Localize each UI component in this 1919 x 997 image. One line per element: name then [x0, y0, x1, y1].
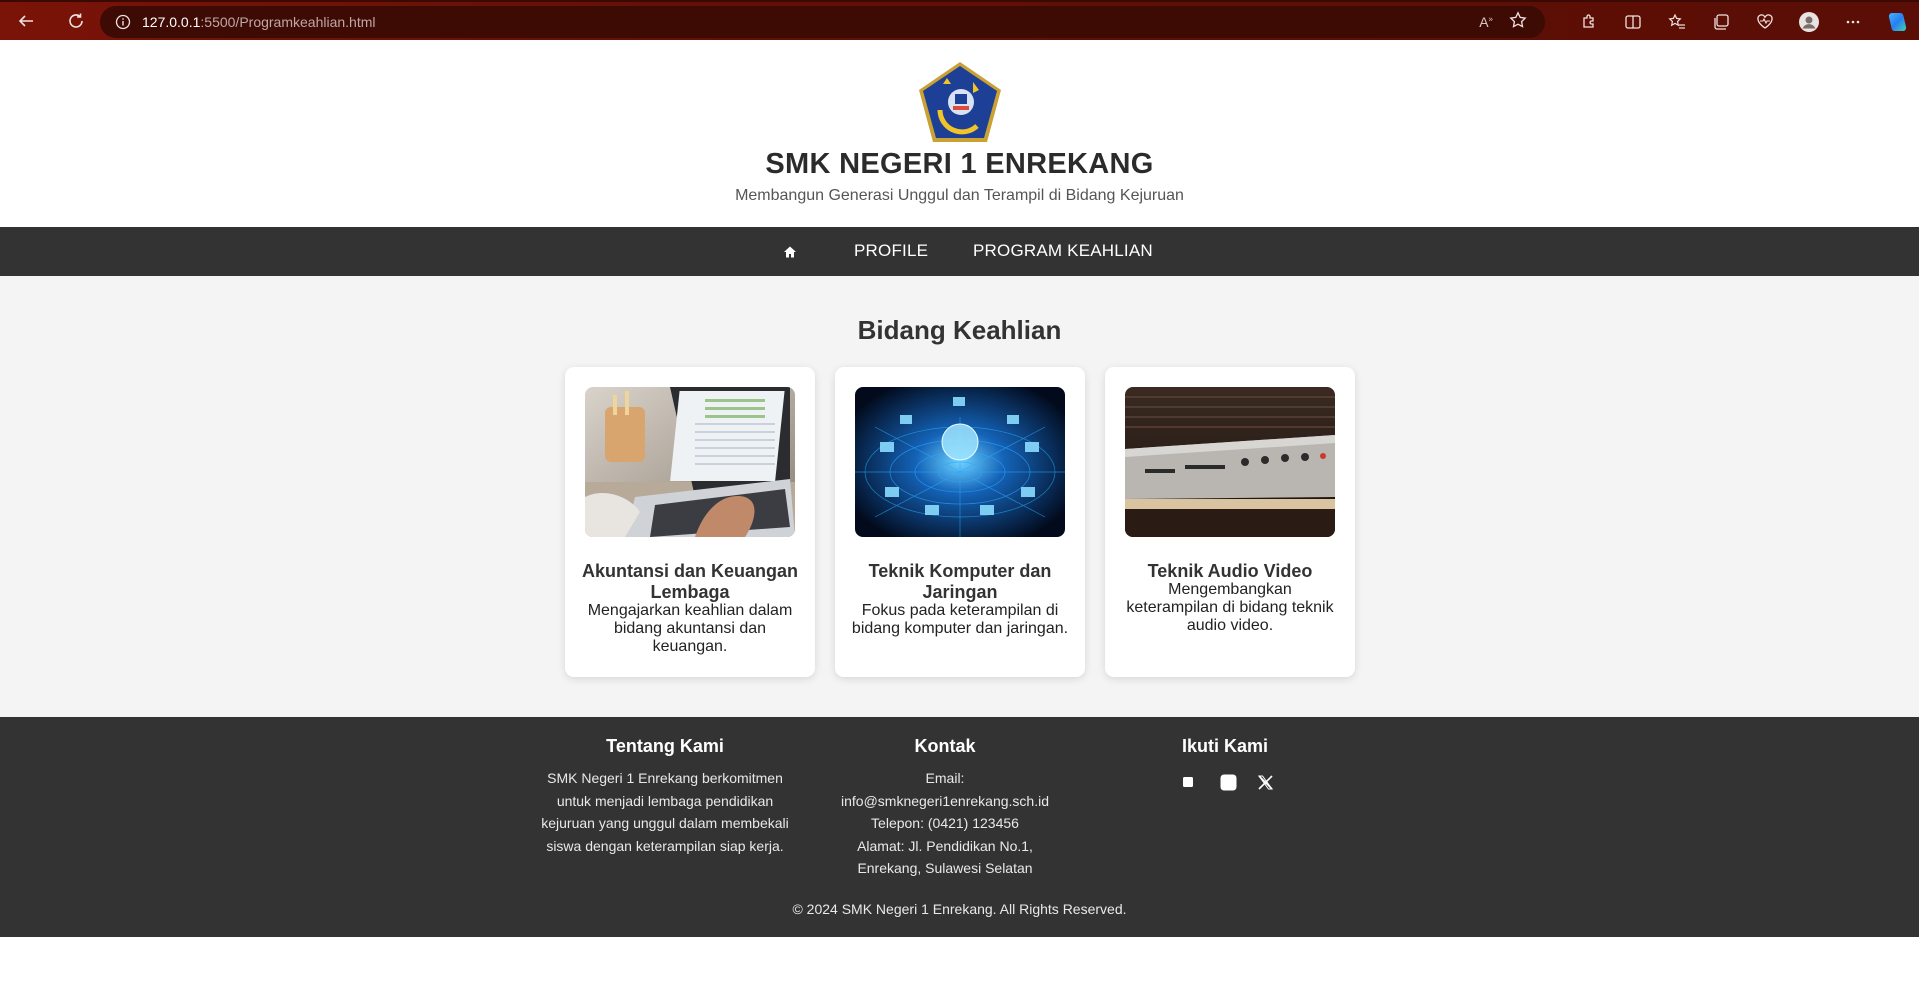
social-links — [1181, 773, 1273, 791]
url-text[interactable]: 127.0.0.1:5500/Programkeahlian.html — [142, 14, 376, 30]
footer-follow-heading: Ikuti Kami — [1181, 736, 1269, 756]
reload-button[interactable] — [58, 3, 94, 39]
footer-about-heading: Tentang Kami — [606, 736, 724, 756]
split-screen-icon — [1625, 15, 1641, 29]
program-card-description: Mengembangkan keterampilan di bidang tek… — [1126, 581, 1334, 634]
school-logo — [919, 62, 1001, 142]
favorites-button[interactable] — [1659, 4, 1695, 40]
ellipsis-icon — [1846, 20, 1860, 24]
favorites-list-icon — [1668, 13, 1685, 29]
footer-contact: Kontak Email: info@smknegeri1enrekang.sc… — [815, 736, 1075, 880]
copyright-text: © 2024 SMK Negeri 1 Enrekang. All Rights… — [792, 901, 1127, 917]
profile-button[interactable] — [1791, 4, 1827, 40]
accounting-laptop-image — [585, 387, 795, 537]
x-twitter-icon[interactable] — [1257, 774, 1273, 790]
footer-follow: Ikuti Kami — [1165, 736, 1285, 767]
nav-home-link[interactable] — [779, 241, 801, 263]
back-button[interactable] — [8, 3, 44, 39]
avatar-icon — [1799, 12, 1819, 32]
nav-link-profile[interactable]: PROFILE — [854, 241, 928, 261]
site-title: SMK NEGERI 1 ENREKANG — [765, 148, 1154, 180]
footer-email-label: Email: — [925, 770, 965, 786]
heart-pulse-icon — [1757, 14, 1773, 29]
collections-button[interactable] — [1703, 4, 1739, 40]
more-menu-button[interactable] — [1835, 4, 1871, 40]
browser-toolbar: 127.0.0.1:5500/Programkeahlian.html A» — [0, 0, 1919, 40]
section-title: Bidang Keahlian — [857, 315, 1062, 345]
browser-essentials-button[interactable] — [1747, 4, 1783, 40]
main-nav: PROFILE PROGRAM KEAHLIAN — [0, 227, 1919, 276]
home-icon — [784, 246, 796, 258]
extensions-button[interactable] — [1571, 4, 1607, 40]
program-card-akuntansi[interactable]: Akuntansi dan Keuangan Lembaga Mengajark… — [565, 367, 815, 677]
puzzle-icon — [1583, 14, 1594, 28]
page-bottom-whitespace — [0, 937, 1919, 997]
site-tagline: Membangun Generasi Unggul dan Terampil d… — [735, 187, 1184, 204]
program-card-description: Mengajarkan keahlian dalam bidang akunta… — [587, 602, 793, 655]
site-header: SMK NEGERI 1 ENREKANG Membangun Generasi… — [0, 40, 1919, 227]
address-bar[interactable]: 127.0.0.1:5500/Programkeahlian.html A» — [100, 6, 1545, 38]
copilot-button[interactable] — [1879, 4, 1915, 40]
program-card-description: Fokus pada keterampilan di bidang komput… — [851, 602, 1069, 637]
program-card-title: Teknik Komputer dan Jaringan — [868, 561, 1052, 602]
site-footer: Tentang Kami SMK Negeri 1 Enrekang berko… — [0, 717, 1919, 937]
footer-email[interactable]: info@smknegeri1enrekang.sch.id — [815, 790, 1075, 813]
footer-contact-heading: Kontak — [914, 736, 976, 756]
program-card-title: Akuntansi dan Keuangan Lembaga — [581, 561, 799, 602]
split-screen-button[interactable] — [1615, 4, 1651, 40]
main-content: Bidang Keahlian Akuntansi dan Keuangan L… — [0, 276, 1919, 717]
back-arrow-icon — [18, 15, 33, 27]
footer-about: Tentang Kami SMK Negeri 1 Enrekang berko… — [535, 736, 795, 857]
program-card-title: Teknik Audio Video — [1147, 561, 1313, 581]
collections-icon — [1714, 14, 1729, 30]
footer-about-text: SMK Negeri 1 Enrekang berkomitmen untuk … — [541, 770, 789, 854]
favorite-star-icon[interactable] — [1509, 10, 1527, 34]
read-aloud-icon[interactable]: A» — [1479, 14, 1493, 30]
program-card-audio-video[interactable]: Teknik Audio Video Mengembangkan keteram… — [1105, 367, 1355, 677]
footer-address: Alamat: Jl. Pendidikan No.1, Enrekang, S… — [857, 837, 1033, 877]
network-globe-image — [855, 387, 1065, 537]
audio-rack-image — [1125, 387, 1335, 537]
footer-phone: Telepon: (0421) 123456 — [871, 815, 1019, 831]
reload-icon — [69, 13, 83, 28]
copilot-icon — [1888, 13, 1907, 31]
instagram-icon[interactable] — [1219, 773, 1237, 791]
program-card-tkj[interactable]: Teknik Komputer dan Jaringan Fokus pada … — [835, 367, 1085, 677]
site-info-icon[interactable] — [114, 13, 132, 31]
facebook-icon[interactable] — [1181, 775, 1195, 789]
nav-link-program-keahlian[interactable]: PROGRAM KEAHLIAN — [973, 241, 1153, 261]
